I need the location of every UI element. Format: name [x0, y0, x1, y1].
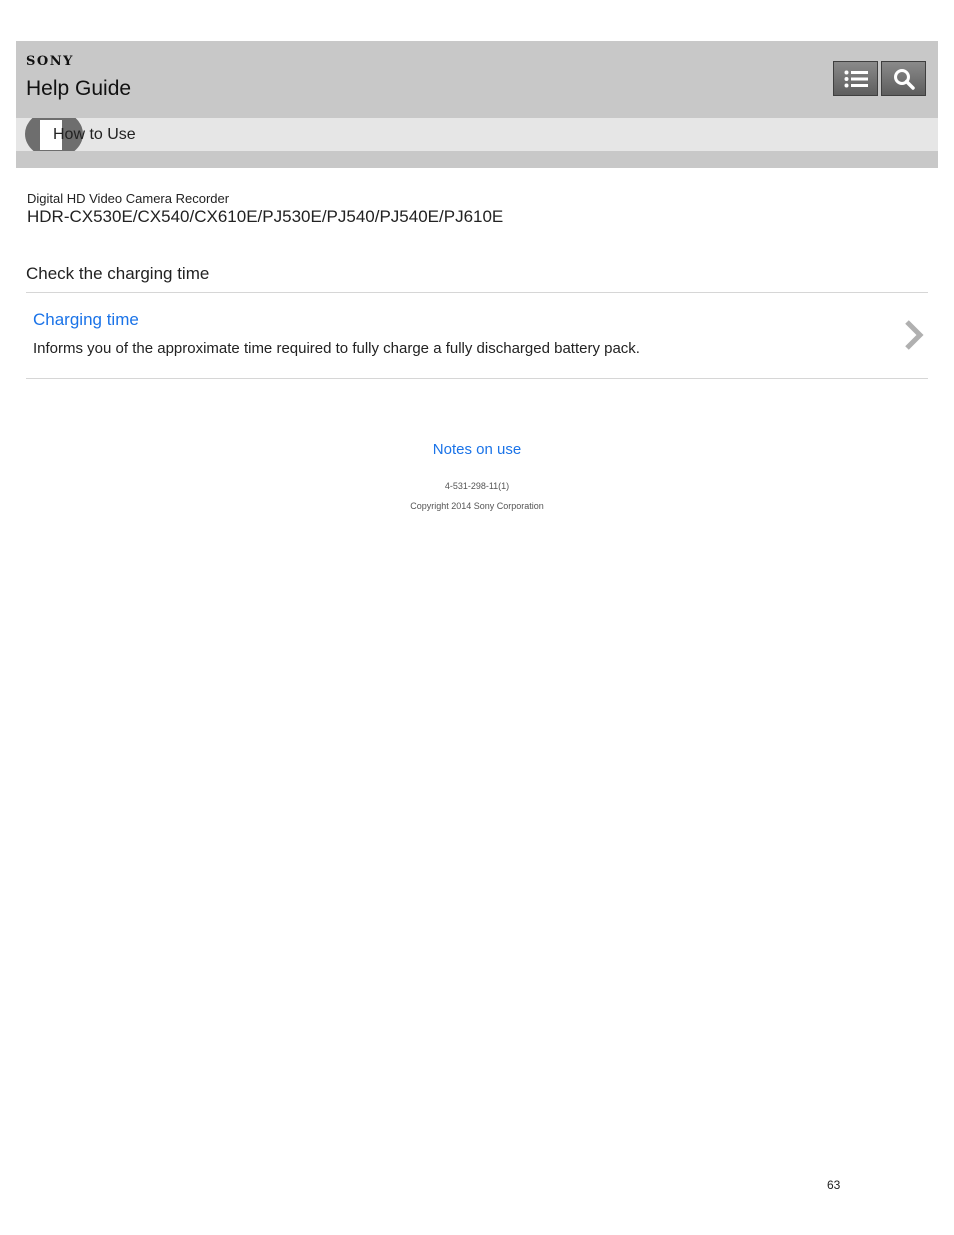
divider [26, 292, 928, 293]
divider [26, 378, 928, 379]
document-number: 4-531-298-11(1) [444, 481, 510, 491]
header: SONY Help Guide How to Use [16, 41, 938, 168]
list-icon [844, 70, 868, 87]
model-list: HDR-CX530E/CX540/CX610E/PJ530E/PJ540/PJ5… [27, 207, 504, 226]
notes-on-use-link[interactable]: Notes on use [0, 441, 954, 458]
topic-description: Informs you of the approximate time requ… [33, 340, 640, 357]
sony-logo: SONY [26, 54, 74, 69]
search-icon [893, 68, 915, 90]
search-button[interactable] [881, 61, 926, 96]
page-number: 63 [827, 1178, 841, 1192]
product-category: Digital HD Video Camera Recorder [27, 191, 230, 206]
chevron-right-icon[interactable] [903, 318, 925, 352]
topic-link-charging-time[interactable]: Charging time [33, 310, 139, 330]
copyright: Copyright 2014 Sony Corporation [410, 501, 544, 511]
breadcrumb: How to Use [16, 118, 938, 151]
toc-button[interactable] [833, 61, 878, 96]
breadcrumb-how-to-use[interactable]: How to Use [53, 126, 136, 144]
help-guide-title[interactable]: Help Guide [26, 77, 131, 101]
page-title: Check the charging time [26, 264, 210, 283]
